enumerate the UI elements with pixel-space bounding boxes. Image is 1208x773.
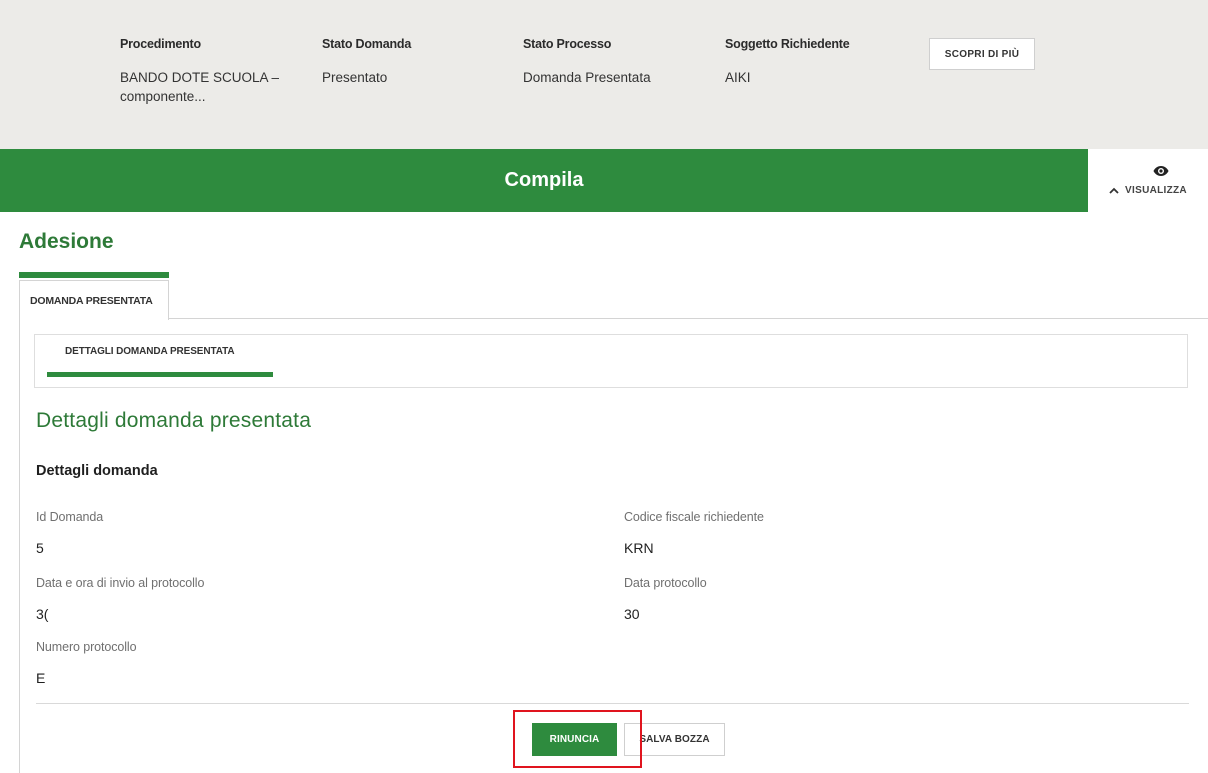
section-title: Adesione: [19, 230, 114, 253]
info-procedimento: Procedimento BANDO DOTE SCUOLA – compone…: [120, 37, 295, 106]
info-label: Stato Domanda: [322, 37, 412, 51]
tab-domanda-presentata-wrap: DOMANDA PRESENTATA: [19, 272, 169, 320]
info-label: Procedimento: [120, 37, 201, 51]
tab-domanda-presentata[interactable]: DOMANDA PRESENTATA: [19, 280, 169, 320]
field-label-data-protocollo: Data protocollo: [624, 576, 707, 590]
field-value-data-protocollo: 30: [624, 606, 640, 622]
field-label-numero-protocollo: Numero protocollo: [36, 640, 137, 654]
eye-icon: [1153, 166, 1169, 176]
visualizza-toggle[interactable]: VISUALIZZA: [1088, 149, 1208, 212]
active-tab-indicator: [19, 272, 169, 278]
field-label-data-invio: Data e ora di invio al protocollo: [36, 576, 205, 590]
info-label: Stato Processo: [523, 37, 612, 51]
info-value: Domanda Presentata: [523, 70, 651, 85]
field-value-id-domanda: 5: [36, 540, 44, 556]
page-heading: Dettagli domanda presentata: [36, 409, 312, 432]
info-stato-domanda: Stato Domanda Presentato: [322, 37, 497, 87]
info-value: Presentato: [322, 70, 388, 85]
salva-bozza-button[interactable]: SALVA BOZZA: [624, 723, 725, 756]
field-label-codice-fiscale: Codice fiscale richiedente: [624, 510, 764, 524]
field-value-codice-fiscale: KRN: [624, 540, 654, 556]
chevron-up-icon: [1109, 187, 1119, 194]
info-value: AIKI: [725, 70, 751, 85]
field-value-data-invio: 3(: [36, 606, 49, 622]
subtab-bar: DETTAGLI DOMANDA PRESENTATA: [34, 334, 1188, 388]
procedure-info-header: Procedimento BANDO DOTE SCUOLA – compone…: [0, 0, 1208, 149]
banner-title: Compila: [504, 169, 584, 191]
scopri-di-piu-button[interactable]: SCOPRI DI PIÙ: [929, 38, 1035, 70]
field-value-numero-protocollo: E: [36, 670, 46, 686]
subtab-dettagli-domanda-presentata[interactable]: DETTAGLI DOMANDA PRESENTATA: [65, 346, 235, 357]
info-label: Soggetto Richiedente: [725, 37, 850, 51]
info-value: BANDO DOTE SCUOLA – componente...: [120, 70, 280, 104]
compila-banner: Compila: [0, 149, 1088, 212]
sub-heading: Dettagli domanda: [36, 463, 158, 479]
active-subtab-indicator: [47, 372, 273, 377]
info-soggetto-richiedente: Soggetto Richiedente AIKI: [725, 37, 905, 87]
info-stato-processo: Stato Processo Domanda Presentata: [523, 37, 703, 87]
visualizza-label: VISUALIZZA: [1125, 185, 1187, 196]
field-label-id-domanda: Id Domanda: [36, 510, 104, 524]
actions-divider: [36, 703, 1189, 704]
rinuncia-button[interactable]: RINUNCIA: [532, 723, 617, 756]
